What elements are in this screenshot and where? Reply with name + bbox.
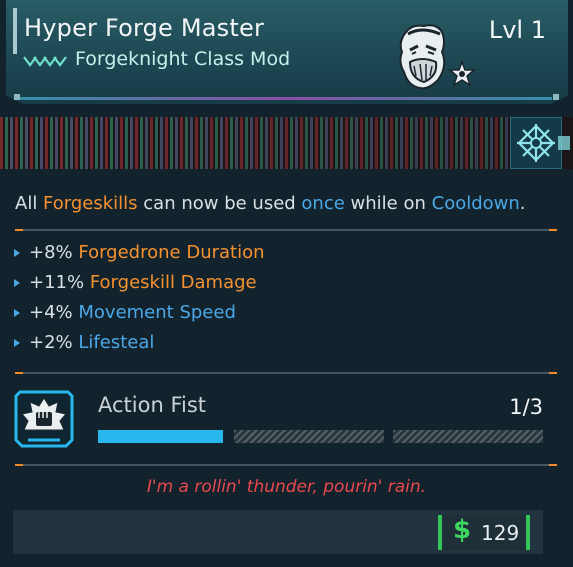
divider-tick-left [15, 372, 23, 374]
desc-keyword-forgeskills: Forgeskills [43, 193, 138, 214]
desc-text: All [15, 193, 44, 214]
badge-cap [558, 136, 570, 150]
stripe-shade [0, 117, 510, 169]
section-divider [15, 464, 557, 466]
item-level: Lvl 1 [488, 16, 546, 44]
bullet-arrow-icon [14, 249, 20, 257]
rank-pip-2 [234, 430, 384, 443]
desc-text: can now be used [137, 193, 302, 214]
skill-name: Action Fist [98, 393, 207, 417]
stat-label: Forgeskill Damage [89, 272, 257, 293]
desc-keyword-cooldown: Cooldown [431, 193, 520, 214]
bullet-arrow-icon [14, 309, 20, 317]
section-divider [15, 372, 557, 374]
stat-list: +8% Forgedrone Duration +11% Forgeskill … [14, 240, 265, 360]
item-name: Hyper Forge Master [24, 14, 265, 42]
divider-tick-right [549, 229, 557, 231]
divider-tick-left [15, 229, 23, 231]
stat-value: +8% [29, 242, 73, 263]
stat-value: +2% [29, 332, 73, 353]
stat-label: Forgedrone Duration [78, 242, 265, 263]
stat-row: +2% Lifesteal [14, 330, 265, 360]
desc-keyword-once: once [301, 193, 345, 214]
desc-text: while on [344, 193, 432, 214]
item-description: All Forgeskills can now be used once whi… [15, 193, 526, 214]
fist-skill-icon [14, 390, 74, 448]
corner-notch-left [14, 94, 20, 100]
header-accent-bar [13, 8, 17, 54]
section-divider [15, 229, 557, 231]
stat-row: +11% Forgeskill Damage [14, 270, 265, 300]
bullet-arrow-icon [14, 339, 20, 347]
dollar-icon: $ [453, 515, 472, 545]
rank-pip-1 [98, 430, 223, 443]
stat-label: Movement Speed [78, 302, 236, 323]
cryo-snowflake-icon [517, 124, 555, 162]
chevrons-rarity-icon [23, 56, 67, 67]
bullet-arrow-icon [14, 279, 20, 287]
stat-row: +4% Movement Speed [14, 300, 265, 330]
divider-tick-right [549, 464, 557, 466]
item-card: Hyper Forge Master Forgeknight Class Mod… [0, 0, 573, 567]
divider-tick-right [549, 372, 557, 374]
stat-label: Lifesteal [78, 332, 155, 353]
stat-value: +4% [29, 302, 73, 323]
stat-value: +11% [29, 272, 85, 293]
element-badge [510, 117, 562, 169]
item-type: Forgeknight Class Mod [75, 48, 291, 70]
header-divider [20, 97, 552, 100]
manufacturer-stripe-band [0, 117, 573, 169]
desc-text: . [519, 193, 526, 214]
flavor-text: I'm a rollin' thunder, pourin' rain. [146, 477, 427, 497]
price-value: 129 [481, 521, 520, 545]
divider-tick-left [15, 464, 23, 466]
bearded-knight-portrait-icon [399, 24, 477, 90]
rank-pip-3 [393, 430, 543, 443]
corner-notch-right [553, 94, 559, 100]
stat-row: +8% Forgedrone Duration [14, 240, 265, 270]
skill-rank: 1/3 [509, 395, 543, 419]
